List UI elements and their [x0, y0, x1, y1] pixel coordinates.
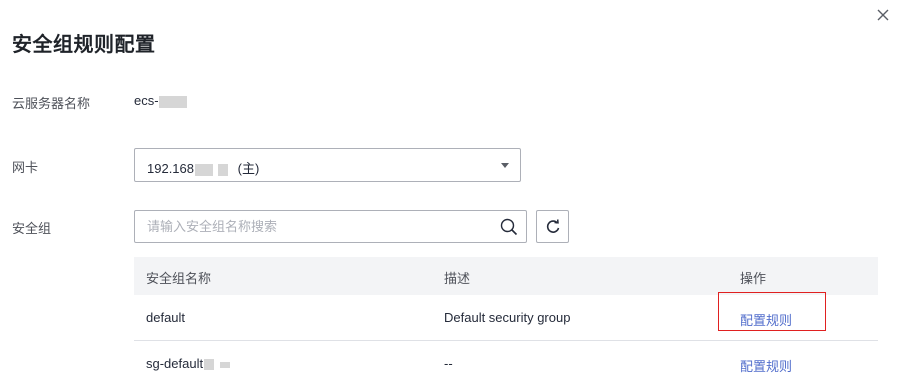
column-header-action: 操作: [740, 271, 767, 286]
nic-select[interactable]: 192.168 (主): [134, 148, 521, 182]
refresh-icon: [546, 219, 560, 233]
redacted-block: [204, 359, 215, 371]
configure-rules-link[interactable]: 配置规则: [740, 310, 792, 329]
redacted-block: [218, 163, 228, 176]
column-header-description: 描述: [444, 271, 471, 286]
configure-rules-link[interactable]: 配置规则: [740, 356, 792, 375]
server-name-prefix: ecs-: [134, 93, 159, 108]
security-group-table: 安全组名称 描述 操作 default Default security gro…: [134, 257, 878, 383]
redacted-block: [220, 362, 231, 368]
row-name-wrap: sg-default: [146, 356, 231, 371]
row-name: default: [146, 310, 186, 325]
dialog-title: 安全组规则配置: [12, 34, 156, 56]
table-header: 安全组名称 描述 操作: [134, 257, 878, 295]
nic-ip-prefix: 192.168: [147, 161, 194, 176]
search-icon[interactable]: [500, 218, 518, 236]
search-input[interactable]: [135, 211, 485, 242]
server-name-label: 云服务器名称: [12, 96, 91, 111]
refresh-button[interactable]: [536, 210, 569, 243]
security-group-search: [134, 210, 527, 243]
redacted-block: [195, 163, 213, 176]
chevron-down-icon: [501, 163, 509, 168]
close-icon: [877, 9, 889, 21]
security-group-rule-dialog: 安全组规则配置 云服务器名称 ecs- 网卡 192.168 (主) 安全组 安…: [0, 0, 897, 383]
nic-selected-value: 192.168 (主): [147, 158, 259, 177]
nic-label: 网卡: [12, 160, 39, 175]
table-row: sg-default -- 配置规则: [134, 341, 878, 383]
nic-primary-tag: (主): [237, 161, 260, 176]
row-name: sg-default: [146, 356, 204, 371]
table-row: default Default security group 配置规则: [134, 295, 878, 341]
row-description: --: [444, 356, 453, 371]
redacted-block: [158, 95, 187, 108]
row-description: Default security group: [444, 310, 571, 325]
column-header-name: 安全组名称: [146, 271, 212, 286]
server-name-value: ecs-: [134, 93, 187, 108]
close-button[interactable]: [874, 6, 892, 24]
security-group-label: 安全组: [12, 221, 52, 236]
